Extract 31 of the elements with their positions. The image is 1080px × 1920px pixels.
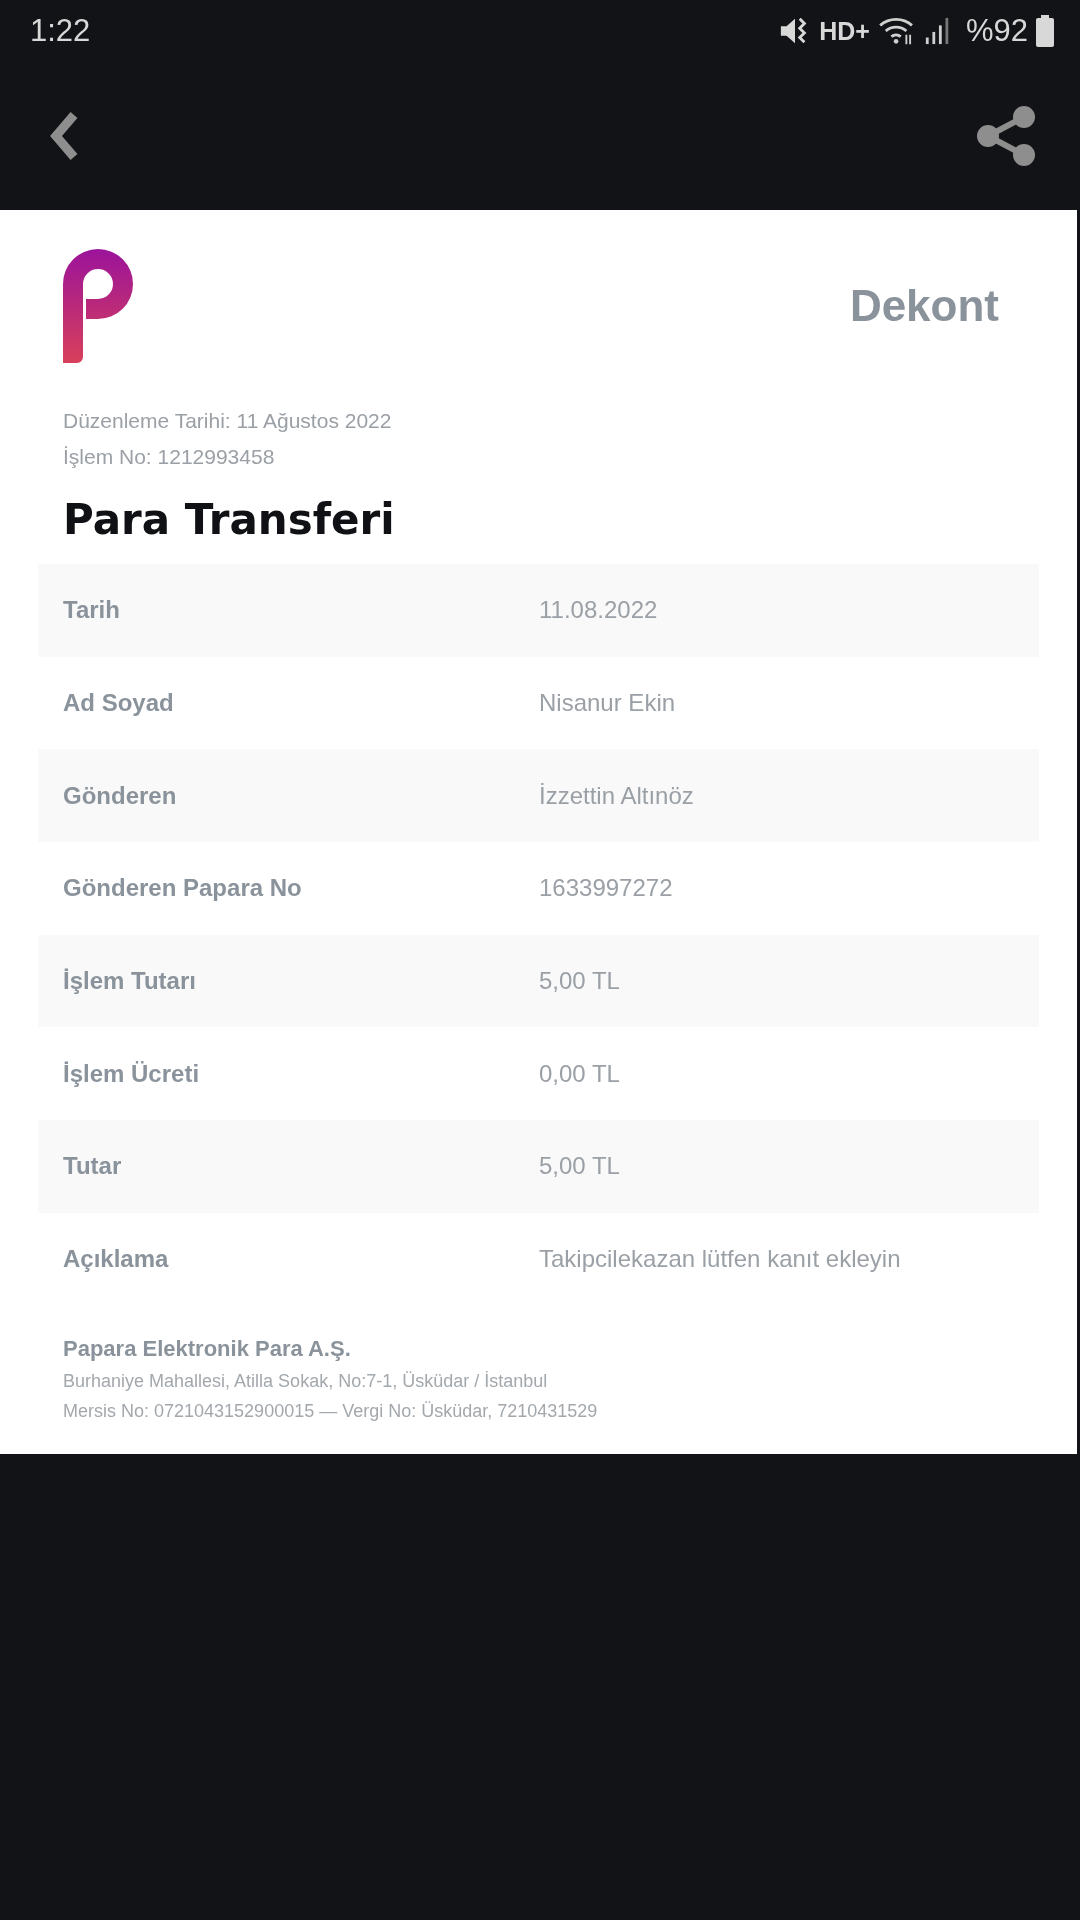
registry-info: Mersis No: 0721043152900015 — Vergi No: Üsküdar, 7210431529 <box>63 1399 599 1423</box>
field-value: 0,00 TL <box>539 1059 620 1088</box>
field-value: Takipcilekazan lütfen kanıt ekleyin <box>539 1245 901 1274</box>
field-label: Gönderen <box>63 781 178 810</box>
field-label: Ad Soyad <box>63 689 175 718</box>
field-label: İşlem Ücreti <box>63 1059 201 1088</box>
field-value: 1633997272 <box>539 874 673 903</box>
field-value: 5,00 TL <box>539 1152 620 1181</box>
issue-date: Düzenleme Tarihi: 11 Ağustos 2022 <box>63 408 393 434</box>
battery-level: %92 <box>965 13 1028 49</box>
field-value: 5,00 TL <box>539 967 620 996</box>
document-title: Dekont <box>849 280 999 331</box>
network-label: HD+ <box>819 16 870 46</box>
wifi-icon <box>877 16 916 46</box>
field-label: Tutar <box>63 1152 123 1181</box>
field-label: İşlem Tutarı <box>63 967 197 996</box>
field-value: İzzettin Altınöz <box>539 781 694 810</box>
transaction-heading: Para Transferi <box>63 495 396 544</box>
field-label: Tarih <box>63 596 121 625</box>
battery-icon <box>1036 15 1054 47</box>
field-value: Nisanur Ekin <box>539 689 676 718</box>
status-time: 1:22 <box>30 13 91 49</box>
company-address: Burhaniye Mahallesi, Atilla Sokak, No:7-1, Üsküdar / İstanbul <box>63 1369 549 1393</box>
logo-icon <box>63 248 133 363</box>
share-button[interactable] <box>976 105 1036 167</box>
field-label: Açıklama <box>63 1245 170 1274</box>
field-value: 11.08.2022 <box>539 596 658 625</box>
back-button[interactable] <box>50 111 80 161</box>
field-label: Gönderen Papara No <box>63 874 303 903</box>
transaction-number: İşlem No: 1212993458 <box>63 444 276 470</box>
company-name: Papara Elektronik Para A.Ş. <box>63 1334 352 1363</box>
